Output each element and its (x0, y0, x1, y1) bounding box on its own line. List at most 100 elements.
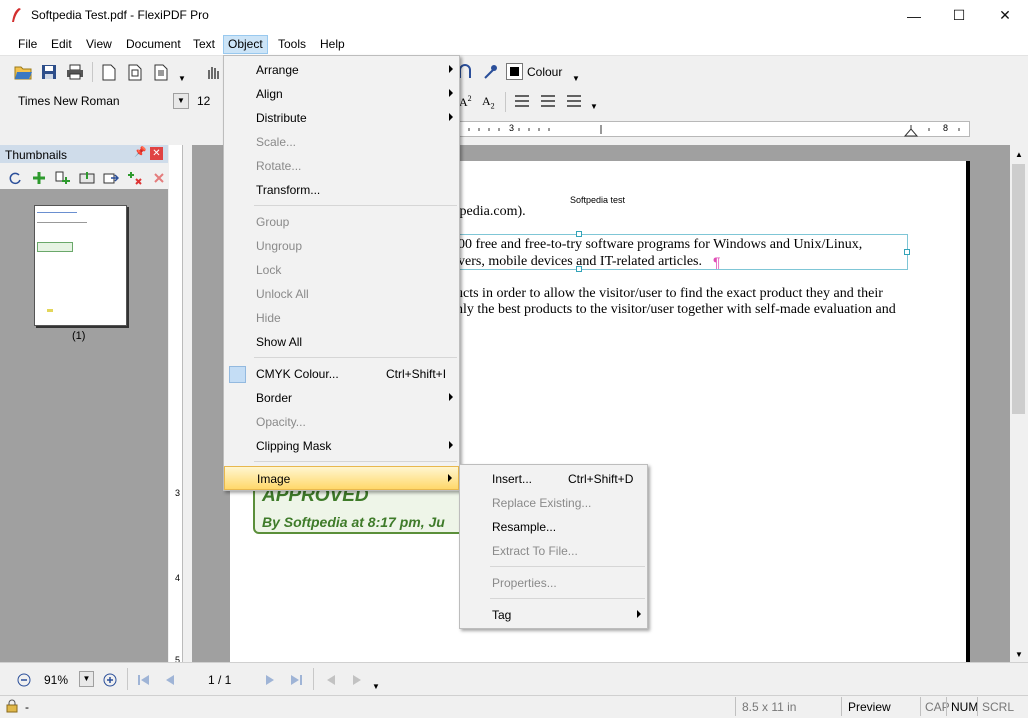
menu-item-tag[interactable]: Tag (460, 603, 647, 627)
vruler-mark-4: 4 (175, 573, 181, 583)
scroll-up-icon[interactable]: ▲ (1015, 150, 1023, 159)
back-view-icon[interactable] (320, 669, 342, 691)
previous-page-icon[interactable] (159, 669, 181, 691)
zoom-dropdown-icon[interactable]: ▼ (79, 671, 94, 687)
last-page-icon[interactable] (285, 669, 307, 691)
doc-line-2[interactable]: 00 free and free-to-try software program… (458, 237, 862, 253)
menu-item-border[interactable]: Border (224, 386, 459, 410)
menu-item-properties[interactable]: Properties... (460, 571, 647, 595)
pin-icon[interactable]: 📌 (134, 147, 146, 158)
menu-item-show-all[interactable]: Show All (224, 330, 459, 354)
menu-item-lock[interactable]: Lock (224, 258, 459, 282)
menu-item-insert[interactable]: Insert... Ctrl+Shift+D (460, 467, 647, 491)
status-message: - (25, 700, 29, 714)
menu-item-align[interactable]: Align (224, 82, 459, 106)
forward-view-icon[interactable] (346, 669, 368, 691)
insert-shortcut: Ctrl+Shift+D (568, 472, 634, 486)
delete-selected-icon[interactable] (124, 167, 146, 189)
doc-line-3[interactable]: vers, mobile devices and IT-related arti… (458, 254, 702, 270)
align-justify-icon[interactable] (563, 90, 585, 112)
horizontal-ruler: 3 8 (458, 121, 970, 137)
hand-tool-icon[interactable] (202, 61, 224, 83)
menu-item-scale[interactable]: Scale... (224, 130, 459, 154)
page-layout-icon[interactable] (124, 61, 146, 83)
menu-item-rotate[interactable]: Rotate... (224, 154, 459, 178)
maximize-button[interactable]: ☐ (936, 0, 982, 31)
menu-item-clipping-mask[interactable]: Clipping Mask (224, 434, 459, 458)
zoom-out-icon[interactable] (13, 669, 35, 691)
superscript-icon[interactable]: A2 (459, 94, 472, 110)
menu-item-replace-existing[interactable]: Replace Existing... (460, 491, 647, 515)
menu-item-extract-to-file[interactable]: Extract To File... (460, 539, 647, 563)
page-number-field[interactable]: 1 / 1 (208, 673, 231, 687)
menu-item-unlock-all[interactable]: Unlock All (224, 282, 459, 306)
menu-view[interactable]: View (81, 35, 117, 54)
page-thumbnail[interactable] (34, 205, 127, 326)
print-icon[interactable] (64, 61, 86, 83)
add-page-icon[interactable] (28, 167, 50, 189)
close-panel-icon[interactable]: ✕ (150, 147, 163, 160)
menu-item-image[interactable]: Image (224, 466, 459, 490)
export-pages-icon[interactable] (100, 167, 122, 189)
minimize-button[interactable]: — (891, 0, 937, 31)
scrollbar-thumb[interactable] (1012, 164, 1025, 414)
menu-item-arrange[interactable]: Arrange (224, 58, 459, 82)
toolbar-dropdown-icon[interactable]: ▼ (178, 74, 186, 83)
menu-item-hide[interactable]: Hide (224, 306, 459, 330)
submenu-arrow-icon (448, 474, 452, 482)
resize-handle[interactable] (904, 249, 910, 255)
menu-help[interactable]: Help (315, 35, 350, 54)
menu-item-resample[interactable]: Resample... (460, 515, 647, 539)
menu-item-ungroup[interactable]: Ungroup (224, 234, 459, 258)
colour-swatch[interactable] (506, 63, 523, 80)
menu-item-transform[interactable]: Transform... (224, 178, 459, 202)
menu-item-group[interactable]: Group (224, 210, 459, 234)
colour-dropdown-icon[interactable]: ▼ (572, 74, 580, 83)
first-page-icon[interactable] (133, 669, 155, 691)
menu-tools[interactable]: Tools (273, 35, 311, 54)
insert-pages-icon[interactable] (52, 167, 74, 189)
thumbnails-title: Thumbnails (5, 148, 68, 162)
eyedropper-icon[interactable] (479, 61, 501, 83)
menu-bar: File Edit View Document Text Object Tool… (0, 31, 1028, 56)
menu-file[interactable]: File (13, 35, 42, 54)
scroll-down-icon[interactable]: ▼ (1015, 650, 1023, 659)
next-page-icon[interactable] (259, 669, 281, 691)
submenu-arrow-icon (449, 89, 453, 97)
menu-item-distribute[interactable]: Distribute (224, 106, 459, 130)
page-header-text[interactable]: Softpedia test (570, 195, 625, 205)
status-scroll-lock: SCRL (982, 700, 1015, 714)
doc-line-5[interactable]: nly the best products to the visitor/use… (456, 302, 896, 318)
flexipdf-logo-icon (12, 8, 21, 22)
align-left-icon[interactable] (511, 90, 533, 112)
font-size-field[interactable]: 12 (197, 94, 210, 108)
page-settings-icon[interactable] (150, 61, 172, 83)
font-name-select[interactable]: Times New Roman (11, 90, 189, 111)
font-dropdown-icon[interactable]: ▼ (173, 93, 189, 109)
menu-item-opacity[interactable]: Opacity... (224, 410, 459, 434)
menu-object[interactable]: Object (223, 35, 268, 54)
status-num-lock: NUM (951, 700, 979, 714)
save-icon[interactable] (38, 61, 60, 83)
ruler-mark-8: 8 (943, 123, 949, 133)
zoom-level-field[interactable]: 91% (44, 673, 68, 687)
nav-dropdown-icon[interactable]: ▼ (372, 682, 380, 691)
rotate-icon[interactable] (4, 167, 26, 189)
menu-document[interactable]: Document (121, 35, 186, 54)
page-icon[interactable] (98, 61, 120, 83)
close-window-button[interactable]: ✕ (982, 0, 1028, 31)
import-pages-icon[interactable] (76, 167, 98, 189)
colour-label[interactable]: Colour (527, 65, 562, 79)
align-center-icon[interactable] (537, 90, 559, 112)
menu-text[interactable]: Text (188, 35, 220, 54)
align-dropdown-icon[interactable]: ▼ (590, 102, 598, 111)
menu-edit[interactable]: Edit (46, 35, 77, 54)
doc-line-4[interactable]: ucts in order to allow the visitor/user … (456, 286, 883, 302)
open-folder-icon[interactable] (12, 61, 34, 83)
menu-item-cmyk-colour[interactable]: CMYK Colour... Ctrl+Shift+I (224, 362, 459, 386)
delete-page-icon[interactable] (148, 167, 170, 189)
doc-line-1[interactable]: ftpedia.com). (451, 204, 526, 220)
subscript-icon[interactable]: A2 (482, 94, 495, 110)
vertical-ruler: 3 4 5 (169, 145, 183, 665)
zoom-in-icon[interactable] (99, 669, 121, 691)
